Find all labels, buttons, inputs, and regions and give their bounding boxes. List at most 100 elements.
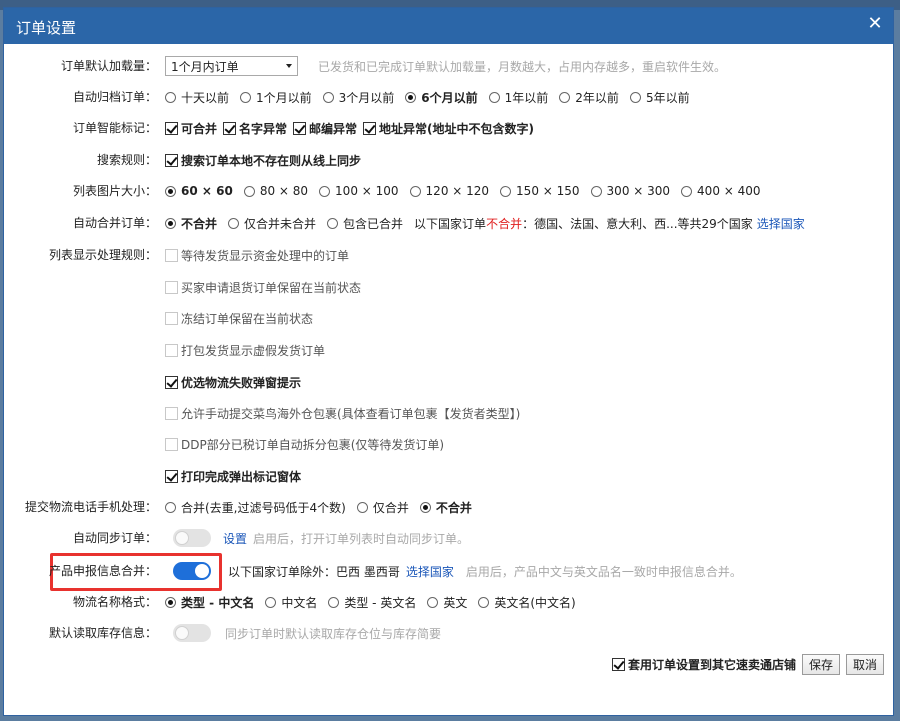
default-load-label: 订单默认加载量：: [60, 59, 157, 73]
logistics-name-label: 物流名称格式：: [72, 595, 157, 609]
archive-option[interactable]: 1个月以前: [240, 89, 312, 106]
smart-mark-zip[interactable]: 邮编异常: [293, 120, 357, 137]
smart-mark-mergeable[interactable]: 可合并: [165, 120, 217, 137]
auto-merge-select-country-link[interactable]: 选择国家: [757, 215, 805, 232]
default-load-select[interactable]: 1个月内订单: [165, 56, 298, 76]
radio-icon: [590, 185, 602, 197]
auto-sync-label: 自动同步订单：: [72, 531, 157, 545]
auto-merge-option[interactable]: 包含已合并: [327, 215, 403, 232]
display-rule-item[interactable]: 买家申请退货订单保留在当前状态: [165, 279, 361, 296]
radio-icon: [681, 185, 693, 197]
radio-icon: [265, 596, 277, 608]
auto-sync-toggle[interactable]: [173, 529, 211, 547]
read-stock-toggle[interactable]: [173, 624, 211, 642]
chevron-down-icon: [286, 64, 292, 68]
auto-merge-option[interactable]: 不合并: [165, 215, 217, 232]
image-size-option[interactable]: 80 × 80: [243, 184, 308, 198]
phone-process-option[interactable]: 不合并: [419, 499, 472, 516]
display-rule-item[interactable]: 打印完成弹出标记窗体: [165, 468, 301, 485]
logistics-name-option[interactable]: 中文名: [265, 594, 317, 611]
radio-icon: [319, 185, 331, 197]
checkbox-icon: [165, 248, 178, 262]
checkbox-icon: [165, 343, 178, 357]
checkbox-icon: [165, 406, 178, 420]
logistics-name-option[interactable]: 类型 - 中文名: [165, 594, 254, 611]
auto-sync-settings-link[interactable]: 设置: [223, 530, 247, 547]
phone-process-label: 提交物流电话手机处理：: [24, 500, 157, 514]
phone-process-row: 提交物流电话手机处理： 合并(去重,过滤号码低于4个数) 仅合并 不合并: [0, 496, 483, 518]
image-size-option[interactable]: 400 × 400: [681, 184, 761, 198]
smart-mark-label: 订单智能标记：: [72, 121, 157, 135]
archive-option[interactable]: 6个月以前: [405, 89, 478, 106]
archive-option[interactable]: 1年以前: [488, 89, 548, 106]
archive-option[interactable]: 十天以前: [165, 89, 229, 106]
auto-archive-row: 自动归档订单： 十天以前 1个月以前 3个月以前 6个月以前 1年以前 2年以前…: [0, 86, 701, 108]
display-rule-item[interactable]: 优选物流失败弹窗提示: [165, 374, 301, 391]
display-rule-row: 允许手动提交菜鸟海外仓包裹(具体查看订单包裹【发货者类型】): [165, 402, 526, 424]
image-size-row: 列表图片大小： 60 × 60 80 × 80 100 × 100 120 × …: [0, 180, 772, 202]
radio-icon: [427, 596, 439, 608]
display-rules-row: 列表显示处理规则： 等待发货显示资金处理中的订单: [0, 244, 355, 266]
checkbox-icon: [165, 437, 178, 451]
auto-sync-row: 自动同步订单： 设置 启用后，打开订单列表时自动同步订单。: [0, 527, 469, 549]
radio-icon: [228, 217, 240, 229]
dialog-titlebar: 订单设置 ✕: [4, 8, 893, 44]
checkbox-checked-icon: [165, 153, 178, 167]
close-icon[interactable]: ✕: [865, 13, 885, 34]
radio-icon: [356, 501, 368, 513]
product-declare-select-country-link[interactable]: 选择国家: [406, 563, 454, 580]
radio-icon: [629, 91, 641, 103]
product-declare-toggle[interactable]: [173, 562, 211, 580]
display-rule-item[interactable]: 允许手动提交菜鸟海外仓包裹(具体查看订单包裹【发货者类型】): [165, 405, 520, 422]
logistics-name-option[interactable]: 英文名(中文名): [478, 594, 576, 611]
auto-merge-country-prefix: 以下国家订单: [414, 216, 487, 231]
search-rule-label: 搜索规则：: [96, 153, 157, 167]
display-rule-item[interactable]: 打包发货显示虚假发货订单: [165, 342, 325, 359]
default-load-row: 订单默认加载量： 1个月内订单 已发货和已完成订单默认加载量，月数越大，占用内存…: [0, 55, 726, 77]
display-rule-row: 买家申请退货订单保留在当前状态: [165, 276, 367, 298]
auto-merge-country-suffix: ：德国、法国、意大利、西...等共29个国家: [522, 216, 753, 231]
search-rule-checkbox[interactable]: 搜索订单本地不存在则从线上同步: [165, 152, 361, 169]
phone-process-option[interactable]: 合并(去重,过滤号码低于4个数): [165, 499, 346, 516]
default-load-hint: 已发货和已完成订单默认加载量，月数越大，占用内存越多，重启软件生效。: [318, 59, 727, 74]
image-size-option[interactable]: 100 × 100: [319, 184, 399, 198]
footer: 套用订单设置到其它速卖通店铺 保存 取消: [612, 653, 885, 675]
toggle-knob: [195, 564, 209, 578]
auto-sync-hint: 启用后，打开订单列表时自动同步订单。: [253, 531, 470, 546]
checkbox-icon: [165, 280, 178, 294]
cancel-button[interactable]: 取消: [846, 653, 885, 675]
image-size-option[interactable]: 150 × 150: [500, 184, 580, 198]
radio-selected-icon: [405, 91, 417, 103]
display-rule-row: 冻结订单保留在当前状态: [165, 307, 319, 329]
smart-mark-name[interactable]: 名字异常: [223, 120, 287, 137]
auto-merge-label: 自动合并订单：: [72, 216, 157, 230]
display-rule-item[interactable]: 冻结订单保留在当前状态: [165, 310, 313, 327]
radio-selected-icon: [165, 596, 176, 608]
image-size-option[interactable]: 120 × 120: [409, 184, 489, 198]
phone-process-option[interactable]: 仅合并: [356, 499, 409, 516]
logistics-name-option[interactable]: 类型 - 英文名: [328, 594, 416, 611]
apply-to-other-stores-checkbox[interactable]: 套用订单设置到其它速卖通店铺: [612, 656, 796, 673]
auto-merge-option[interactable]: 仅合并未合并: [228, 215, 316, 232]
archive-option[interactable]: 5年以前: [629, 89, 690, 106]
radio-icon: [328, 596, 340, 608]
logistics-name-option[interactable]: 英文: [427, 594, 467, 611]
image-size-option[interactable]: 300 × 300: [590, 184, 670, 198]
image-size-option[interactable]: 60 × 60: [165, 184, 233, 198]
radio-icon: [327, 217, 339, 229]
smart-mark-address[interactable]: 地址异常(地址中不包含数字): [363, 120, 534, 137]
archive-option[interactable]: 3个月以前: [322, 89, 394, 106]
display-rule-item[interactable]: DDP部分已税订单自动拆分包裹(仅等待发货订单): [165, 436, 444, 453]
radio-icon: [322, 91, 334, 103]
archive-option[interactable]: 2年以前: [559, 89, 619, 106]
radio-icon: [500, 185, 512, 197]
checkbox-checked-icon: [293, 121, 307, 135]
display-rule-row: 打包发货显示虚假发货订单: [165, 339, 331, 361]
display-rule-item[interactable]: 等待发货显示资金处理中的订单: [165, 247, 349, 264]
display-rule-row: 打印完成弹出标记窗体: [165, 465, 307, 487]
radio-icon: [478, 596, 490, 608]
save-button[interactable]: 保存: [802, 653, 841, 675]
auto-archive-options: 十天以前 1个月以前 3个月以前 6个月以前 1年以前 2年以前 5年以前: [165, 89, 701, 106]
display-rule-row: 优选物流失败弹窗提示: [165, 371, 307, 393]
product-declare-label: 产品申报信息合并：: [48, 564, 157, 578]
